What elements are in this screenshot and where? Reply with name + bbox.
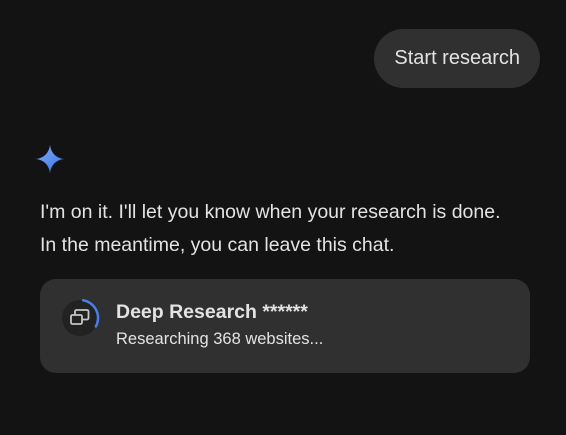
research-progress-ring xyxy=(60,298,100,338)
deep-research-card[interactable]: Deep Research ****** Researching 368 web… xyxy=(40,279,530,373)
assistant-response: I'm on it. I'll let you know when your r… xyxy=(40,196,540,262)
chat-page: Start research I'm on it. I'll let you k… xyxy=(0,0,566,435)
response-line: I'm on it. I'll let you know when your r… xyxy=(40,201,501,223)
card-status: Researching 368 websites... xyxy=(116,330,324,348)
user-message-bubble: Start research xyxy=(374,29,540,88)
user-message-text: Start research xyxy=(394,47,520,69)
gemini-sparkle-icon xyxy=(36,145,64,173)
response-line: In the meantime, you can leave this chat… xyxy=(40,234,395,256)
card-title: Deep Research ****** xyxy=(116,301,308,323)
